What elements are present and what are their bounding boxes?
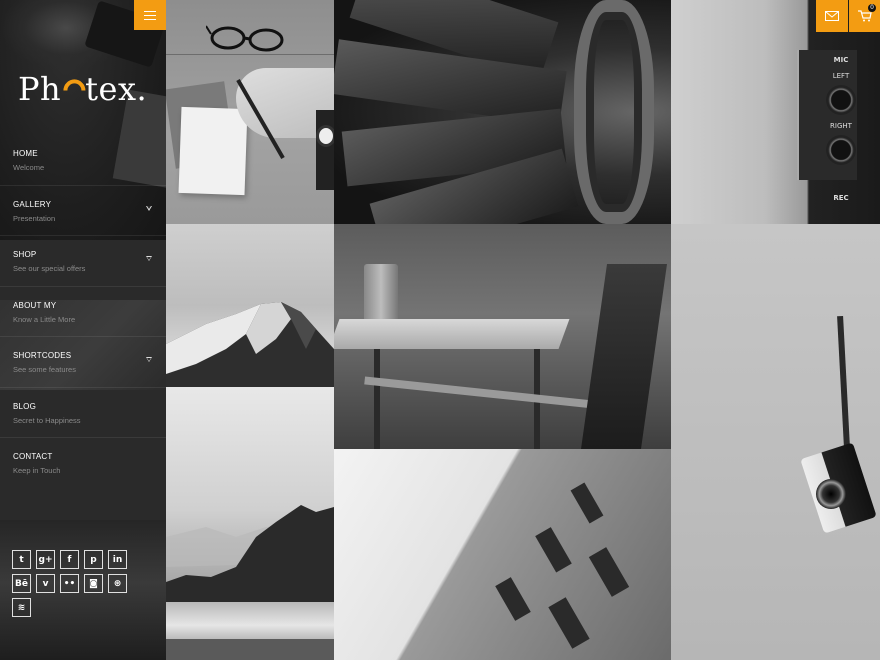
hamburger-icon-line: [144, 18, 156, 20]
photo-grid: MIC LEFT RIGHT REC: [166, 0, 880, 660]
vimeo-icon[interactable]: v: [36, 574, 55, 593]
chevron-down-icon[interactable]: [146, 256, 152, 261]
nav-item-title: BLOG: [13, 401, 37, 411]
nav-item-title: HOME: [13, 149, 38, 158]
nav-item-shop[interactable]: SHOP See our special offers: [0, 236, 166, 287]
photo-tile-desk[interactable]: [166, 0, 334, 224]
glasses-graphic: [206, 25, 284, 52]
nav-item-subtitle: See our special offers: [13, 264, 86, 273]
nav-item-blog[interactable]: BLOG Secret to Happiness: [0, 388, 166, 438]
building-windows-graphic: [495, 482, 630, 649]
nav-item-subtitle: Know a Little More: [13, 314, 76, 324]
logo-text-suffix: tex: [85, 70, 137, 108]
photo-tile-cliff[interactable]: [166, 387, 334, 660]
photo-detail: [178, 106, 248, 196]
photo-detail: [364, 264, 398, 322]
nav-item-subtitle: Presentation: [13, 213, 56, 223]
facebook-icon[interactable]: f: [60, 550, 79, 569]
hamburger-icon-line: [144, 14, 156, 16]
nav-item-subtitle: Welcome: [13, 163, 45, 172]
photo-tile-mountain[interactable]: [166, 224, 334, 387]
photo-detail: [316, 110, 334, 190]
radio-label-mic: MIC: [833, 56, 849, 64]
nav-item-contact[interactable]: CONTACT Keep in Touch: [0, 438, 166, 489]
instagram-icon[interactable]: ◙: [84, 574, 103, 593]
linkedin-icon[interactable]: in: [108, 550, 127, 569]
behance-icon[interactable]: Bē: [12, 574, 31, 593]
radio-label-rec: REC: [833, 194, 849, 202]
photo-detail: [826, 85, 856, 115]
photo-detail: [826, 135, 856, 165]
photo-detail: [374, 349, 380, 449]
photo-detail: [574, 0, 654, 224]
radio-label-right: RIGHT: [830, 122, 852, 130]
nav-item-title: SHOP: [13, 250, 37, 259]
sidebar: Ph tex. HOME Welcome GALLERY Presentation…: [0, 0, 166, 660]
chevron-down-icon[interactable]: [146, 357, 152, 362]
site-logo[interactable]: Ph tex.: [18, 70, 147, 108]
dribbble-icon[interactable]: ⊛: [108, 574, 127, 593]
cart-icon: [857, 10, 872, 22]
mountain-graphic: [166, 302, 334, 387]
nav-item-title: GALLERY: [13, 199, 52, 209]
cart-count-badge: 0: [868, 4, 876, 12]
pinterest-icon[interactable]: p: [84, 550, 103, 569]
photo-tile-fan[interactable]: [334, 0, 671, 224]
photo-detail: [334, 319, 570, 349]
google-plus-icon[interactable]: g+: [36, 550, 55, 569]
cart-button[interactable]: 0: [849, 0, 880, 32]
mail-icon: [825, 11, 839, 21]
photo-detail: [166, 639, 334, 660]
mail-button[interactable]: [816, 0, 848, 32]
flickr-icon[interactable]: ••: [60, 574, 79, 593]
radio-label-left: LEFT: [832, 72, 850, 80]
nav-item-subtitle: Secret to Happiness: [13, 415, 81, 425]
photo-detail: [364, 376, 604, 410]
logo-text-prefix: Ph: [18, 70, 62, 108]
photo-tile-building[interactable]: [334, 449, 671, 660]
nav-item-title: SHORTCODES: [13, 351, 72, 360]
social-links: t g+ f p in Bē v •• ◙ ⊛ ≋: [12, 550, 142, 617]
photo-detail: [166, 54, 334, 55]
menu-toggle-button[interactable]: [134, 0, 166, 30]
nav-item-subtitle: Keep in Touch: [13, 466, 61, 475]
photo-detail: [581, 264, 667, 449]
twitter-icon[interactable]: t: [12, 550, 31, 569]
nav-item-home[interactable]: HOME Welcome: [0, 135, 166, 186]
logo-dot: .: [136, 70, 148, 108]
photo-tile-table[interactable]: [334, 224, 671, 449]
nav-item-title: CONTACT: [13, 452, 53, 461]
nav-item-gallery[interactable]: GALLERY Presentation: [0, 186, 166, 236]
chevron-down-icon[interactable]: [146, 205, 152, 211]
nav-item-shortcodes[interactable]: SHORTCODES See some features: [0, 337, 166, 388]
rss-icon[interactable]: ≋: [12, 598, 31, 617]
main-nav: HOME Welcome GALLERY Presentation SHOP S…: [0, 135, 166, 489]
nav-item-title: ABOUT MY: [13, 300, 57, 310]
nav-item-about[interactable]: ABOUT MY Know a Little More: [0, 287, 166, 337]
nav-item-subtitle: See some features: [13, 365, 76, 374]
photo-tile-radio[interactable]: MIC LEFT RIGHT REC: [671, 0, 880, 224]
photo-detail: [816, 479, 846, 509]
photo-detail: [316, 125, 334, 147]
page: Ph tex. HOME Welcome GALLERY Presentation…: [0, 0, 880, 660]
photo-tile-camera[interactable]: [671, 224, 880, 660]
hamburger-icon-line: [144, 10, 156, 12]
